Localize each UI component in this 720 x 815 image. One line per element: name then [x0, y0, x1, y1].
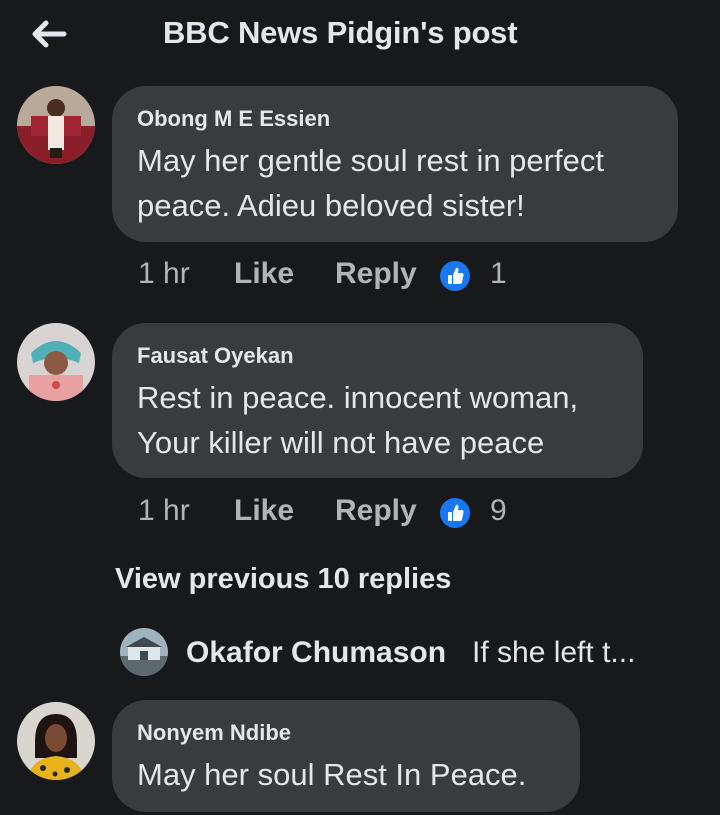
comment-bubble[interactable]: Obong M E Essien May her gentle soul res…: [112, 86, 678, 242]
reply-button[interactable]: Reply: [335, 257, 417, 291]
avatar-image: [17, 323, 95, 401]
avatar-okafor[interactable]: [120, 628, 168, 676]
avatar-image: [120, 628, 168, 676]
arrow-left-icon: [32, 20, 67, 48]
reply-text: If she left t...: [472, 636, 636, 669]
comment-line: May her soul Rest In Peace.: [137, 757, 527, 792]
reaction-count[interactable]: 1: [490, 257, 507, 291]
reply-author[interactable]: Okafor Chumason: [186, 636, 446, 670]
comment-actions: 1 hr Like Reply 1: [138, 257, 538, 301]
avatar-obong[interactable]: [17, 86, 95, 164]
comment-bubble[interactable]: Nonyem Ndibe May her soul Rest In Peace.: [112, 700, 580, 812]
comment-line: Rest in peace. innocent woman,: [137, 380, 579, 415]
avatar-image: [17, 702, 95, 780]
comment-bubble[interactable]: Fausat Oyekan Rest in peace. innocent wo…: [112, 323, 643, 478]
comment-text: May her gentle soul rest in perfect peac…: [137, 138, 604, 228]
comment-line: Your killer will not have peace: [137, 425, 545, 460]
comment-author[interactable]: Fausat Oyekan: [137, 343, 294, 369]
avatar-image: [17, 86, 95, 164]
like-button[interactable]: Like: [234, 257, 294, 291]
comment-text: May her soul Rest In Peace.: [137, 752, 526, 797]
comment-actions: 1 hr Like Reply 9: [138, 494, 538, 538]
reply-button[interactable]: Reply: [335, 494, 417, 528]
avatar-fausat[interactable]: [17, 323, 95, 401]
top-bar: BBC News Pidgin's post: [0, 0, 720, 70]
comment-line: May her gentle soul rest in perfect: [137, 143, 604, 178]
avatar-nonyem[interactable]: [17, 702, 95, 780]
comment-line: peace. Adieu beloved sister!: [137, 188, 525, 223]
comment-time[interactable]: 1 hr: [138, 494, 190, 528]
like-button[interactable]: Like: [234, 494, 294, 528]
comment-author[interactable]: Nonyem Ndibe: [137, 720, 291, 746]
thumbs-up-icon[interactable]: [440, 261, 470, 291]
view-previous-replies-link[interactable]: View previous 10 replies: [115, 563, 451, 596]
page-title: BBC News Pidgin's post: [163, 15, 518, 50]
comment-author[interactable]: Obong M E Essien: [137, 106, 330, 132]
back-button[interactable]: [28, 14, 68, 54]
reaction-count[interactable]: 9: [490, 494, 507, 528]
thumbs-up-icon[interactable]: [440, 498, 470, 528]
comment-text: Rest in peace. innocent woman, Your kill…: [137, 375, 578, 465]
comment-time[interactable]: 1 hr: [138, 257, 190, 291]
reply-preview[interactable]: Okafor Chumason If she left t...: [120, 628, 680, 680]
